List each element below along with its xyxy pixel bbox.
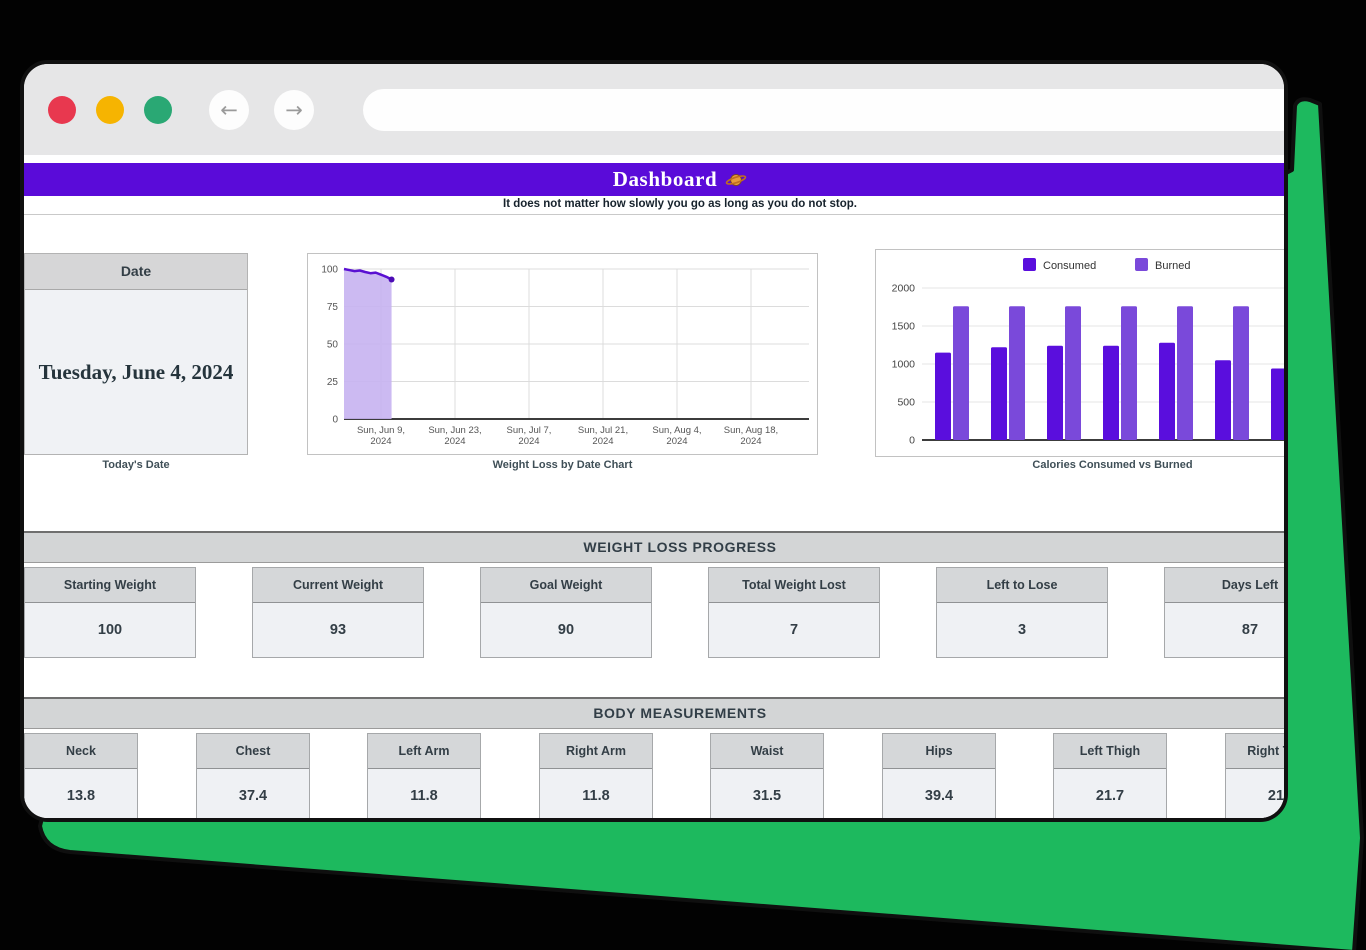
traffic-light-green-icon[interactable] [144, 96, 172, 124]
stat-card-value: 87 [1165, 603, 1284, 657]
stat-card-label: Days Left [1165, 568, 1284, 603]
svg-text:75: 75 [327, 302, 339, 313]
stat-card-value: 3 [937, 603, 1107, 657]
stat-card: Right Arm 11.8 [539, 733, 653, 818]
page-title: Dashboard [613, 167, 718, 192]
svg-text:25: 25 [327, 377, 339, 388]
svg-text:1500: 1500 [892, 321, 916, 333]
stat-card-label: Neck [25, 734, 137, 769]
svg-text:1000: 1000 [892, 359, 916, 371]
calories-chart-caption: Calories Consumed vs Burned [875, 459, 1284, 471]
calories-chart-svg: 0 500 1000 1500 2000 Consumed Burned [876, 250, 1284, 456]
address-bar[interactable] [363, 89, 1288, 131]
stat-card: Goal Weight 90 [480, 567, 652, 658]
date-caption: Today's Date [24, 459, 248, 471]
date-card: Date Tuesday, June 4, 2024 [24, 253, 248, 455]
stat-card-value: 13.8 [25, 769, 137, 818]
stat-card-label: Left to Lose [937, 568, 1107, 603]
weight-loss-chart: 0 25 50 75 100 Sun, Jun 9,2024 Sun, Jun 23,202… [307, 253, 818, 455]
search-icon[interactable] [1282, 100, 1288, 124]
stat-card-value: 7 [709, 603, 879, 657]
stat-card-value: 21.7 [1054, 769, 1166, 818]
browser-window: ← → Dashboard [20, 60, 1288, 822]
stat-card: Starting Weight 100 [24, 567, 196, 658]
today-date-value: Tuesday, June 4, 2024 [39, 360, 234, 385]
stat-card: Total Weight Lost 7 [708, 567, 880, 658]
svg-text:Sun, Aug 4,2024: Sun, Aug 4,2024 [652, 425, 701, 447]
calories-chart: 0 500 1000 1500 2000 Consumed Burned [875, 249, 1284, 457]
stat-card-label: Starting Weight [25, 568, 195, 603]
stat-card-value: 37.4 [197, 769, 309, 818]
svg-text:500: 500 [897, 397, 915, 409]
svg-text:Sun, Jul 21,2024: Sun, Jul 21,2024 [578, 425, 628, 447]
stat-card-label: Left Thigh [1054, 734, 1166, 769]
stat-card-label: Right Arm [540, 734, 652, 769]
stat-card-value: 90 [481, 603, 651, 657]
traffic-light-red-icon[interactable] [48, 96, 76, 124]
stat-card: Current Weight 93 [252, 567, 424, 658]
stat-card: Hips 39.4 [882, 733, 996, 818]
stat-card: Left Thigh 21.7 [1053, 733, 1167, 818]
svg-text:50: 50 [327, 340, 339, 351]
stat-card-value: 31.5 [711, 769, 823, 818]
date-card-header: Date [25, 254, 247, 290]
dashboard-page: Dashboard It does not matter how slowly … [24, 155, 1284, 818]
stat-card: Left Arm 11.8 [367, 733, 481, 818]
stat-card: Left to Lose 3 [936, 567, 1108, 658]
stat-card-label: Chest [197, 734, 309, 769]
page-content: Dashboard It does not matter how slowly … [24, 155, 1284, 818]
weight-loss-chart-svg: 0 25 50 75 100 Sun, Jun 9,2024 Sun, Jun 23,202… [308, 254, 817, 454]
stat-card-value: 39.4 [883, 769, 995, 818]
back-button[interactable]: ← [209, 90, 249, 130]
svg-text:0: 0 [909, 435, 915, 447]
svg-text:2000: 2000 [892, 283, 916, 295]
stat-card-label: Left Arm [368, 734, 480, 769]
weight-chart-caption: Weight Loss by Date Chart [307, 459, 818, 471]
svg-text:Sun, Aug 18,2024: Sun, Aug 18,2024 [724, 425, 778, 447]
stat-card-value: 11.8 [368, 769, 480, 818]
stat-card-label: Hips [883, 734, 995, 769]
svg-text:Sun, Jun 9,2024: Sun, Jun 9,2024 [357, 425, 405, 447]
stat-card-label: Right Thigh [1226, 734, 1284, 769]
back-arrow-icon: ← [220, 98, 238, 122]
svg-text:100: 100 [321, 265, 338, 276]
svg-text:0: 0 [332, 415, 338, 426]
progress-cards-row: Starting Weight 100 Current Weight 93 Go… [24, 567, 1284, 659]
browser-chrome: ← → [24, 64, 1284, 155]
forward-button[interactable]: → [274, 90, 314, 130]
stat-card: Days Left 87 [1164, 567, 1284, 658]
stat-card-value: 21.7 [1226, 769, 1284, 818]
svg-text:Burned: Burned [1155, 260, 1190, 272]
stat-card-value: 100 [25, 603, 195, 657]
svg-text:Sun, Jul 7,2024: Sun, Jul 7,2024 [507, 425, 552, 447]
motivational-quote: It does not matter how slowly you go as … [24, 196, 1284, 215]
traffic-light-yellow-icon[interactable] [96, 96, 124, 124]
stage: ← → Dashboard [0, 0, 1366, 950]
stat-card: Chest 37.4 [196, 733, 310, 818]
stat-card-value: 11.8 [540, 769, 652, 818]
stat-card-value: 93 [253, 603, 423, 657]
stat-card-label: Total Weight Lost [709, 568, 879, 603]
stat-card: Right Thigh 21.7 [1225, 733, 1284, 818]
stat-card-label: Waist [711, 734, 823, 769]
stat-card-label: Current Weight [253, 568, 423, 603]
measurement-cards-row: Neck 13.8 Chest 37.4 Left Arm 11.8 Right… [24, 733, 1284, 818]
stat-card-label: Goal Weight [481, 568, 651, 603]
body-measurements-banner: BODY MEASUREMENTS [24, 697, 1284, 729]
stat-card: Neck 13.8 [24, 733, 138, 818]
weight-loss-progress-banner: WEIGHT LOSS PROGRESS [24, 531, 1284, 563]
stat-card: Waist 31.5 [710, 733, 824, 818]
page-title-bar: Dashboard [24, 163, 1284, 196]
saturn-icon [725, 171, 747, 189]
svg-text:Consumed: Consumed [1043, 260, 1096, 272]
svg-text:Sun, Jun 23,2024: Sun, Jun 23,2024 [428, 425, 481, 447]
forward-arrow-icon: → [285, 98, 303, 122]
